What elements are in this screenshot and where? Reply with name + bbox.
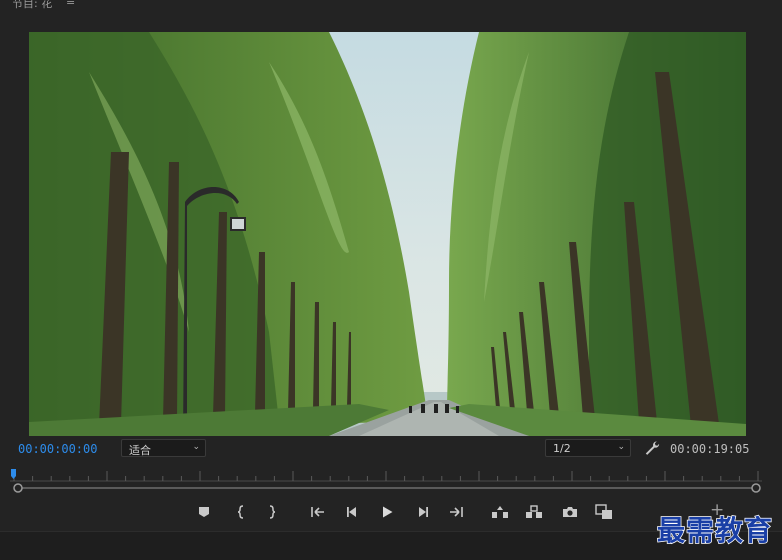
scrollbar-end-handle (751, 483, 761, 493)
go-to-in-icon (311, 507, 324, 517)
export-frame-button[interactable] (557, 500, 583, 524)
panel-title[interactable]: 节目: 花 (12, 0, 52, 11)
play-icon (383, 506, 393, 518)
mark-in-button[interactable] (228, 500, 254, 524)
chevron-down-icon: ⌄ (617, 442, 625, 452)
extract-icon (526, 505, 542, 518)
step-forward-icon (419, 507, 428, 517)
current-timecode[interactable]: 00:00:00:00 (18, 442, 97, 456)
video-frame[interactable] (29, 32, 746, 436)
step-back-icon (347, 507, 356, 517)
play-button[interactable] (374, 500, 400, 524)
watermark: 最需教育 (656, 513, 774, 548)
go-to-out-button[interactable] (443, 500, 469, 524)
mark-in-icon (237, 505, 244, 519)
compare-view-icon (595, 504, 612, 519)
time-ruler[interactable] (10, 468, 762, 482)
program-monitor (0, 16, 782, 438)
marker-icon (199, 507, 209, 517)
hamburger-icon[interactable]: ≡ (66, 0, 75, 8)
add-marker-button[interactable] (191, 500, 217, 524)
video-image (29, 32, 746, 436)
lift-icon (492, 506, 508, 518)
wrench-icon[interactable] (644, 440, 660, 456)
panel-header: 节目: 花 ≡ (0, 0, 782, 16)
extract-button[interactable] (521, 500, 547, 524)
mark-out-icon (269, 505, 276, 519)
duration-timecode: 00:00:19:05 (670, 442, 750, 456)
lift-button[interactable] (487, 500, 513, 524)
zoom-fit-select[interactable]: 适合 ⌄ (121, 439, 206, 457)
scrollbar-start-handle (13, 483, 23, 493)
playhead-marker (11, 469, 16, 479)
chevron-down-icon: ⌄ (192, 442, 200, 452)
playback-resolution-select[interactable]: 1/2 ⌄ (545, 439, 631, 457)
go-to-out-icon (450, 507, 463, 517)
resolution-select-value: 1/2 (553, 442, 571, 455)
go-to-in-button[interactable] (305, 500, 331, 524)
fit-select-value: 适合 (129, 444, 151, 457)
zoom-scrollbar[interactable] (12, 482, 762, 494)
step-back-button[interactable] (339, 500, 365, 524)
step-forward-button[interactable] (410, 500, 436, 524)
compare-view-button[interactable] (591, 500, 617, 524)
mark-out-button[interactable] (259, 500, 285, 524)
camera-icon (563, 507, 577, 517)
